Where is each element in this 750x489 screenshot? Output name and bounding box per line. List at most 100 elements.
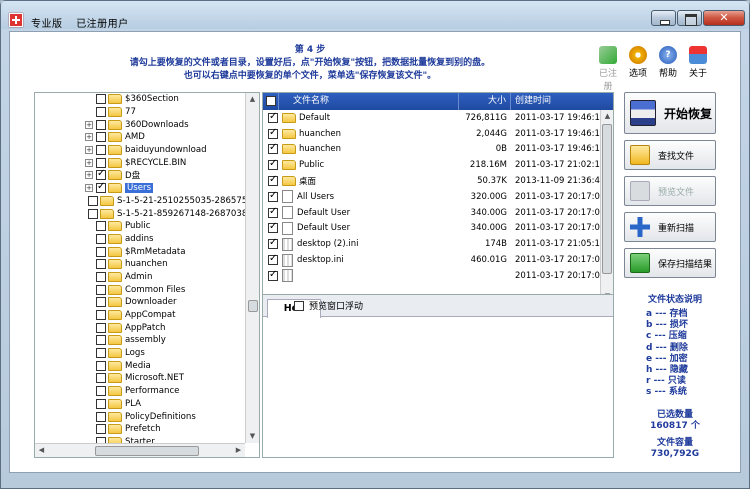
tree-item[interactable]: AppPatch (35, 321, 245, 334)
close-button[interactable]: ✕ (703, 10, 745, 26)
file-row[interactable]: All Users 320.00G 2011-03-17 20:17:00 (263, 189, 613, 205)
tree-item-checkbox[interactable] (96, 94, 106, 105)
expand-icon[interactable]: + (85, 158, 93, 167)
tree-item-checkbox[interactable] (96, 335, 106, 346)
rescan-button[interactable]: 重新扫描 (624, 212, 716, 242)
header-time[interactable]: 创建时间 (511, 93, 601, 110)
file-row[interactable]: Default User 340.00G 2011-03-17 20:17:00 (263, 205, 613, 221)
tree-item[interactable]: Media (35, 359, 245, 372)
file-list[interactable]: 文件名称 大小 创建时间 Default 726,811G 2011-03-17 1… (262, 92, 614, 304)
file-checkbox[interactable] (268, 158, 278, 171)
tree-item-checkbox[interactable] (96, 373, 106, 384)
tree-item[interactable]: Performance (35, 385, 245, 398)
tree-item[interactable]: Microsoft.NET (35, 372, 245, 385)
tree-item-checkbox[interactable] (96, 246, 106, 257)
expand-icon[interactable]: + (85, 133, 93, 142)
tree-item[interactable]: 77 (35, 106, 245, 119)
file-row[interactable]: Default 726,811G 2011-03-17 19:46:17 (263, 110, 613, 126)
tree-item[interactable]: S-1-5-21-859267148-26870380 (35, 207, 245, 220)
tree-item[interactable]: Starter (35, 436, 245, 443)
tree-item[interactable]: + D盘 (35, 168, 245, 182)
tree-item-checkbox[interactable] (96, 107, 106, 118)
tree-item-checkbox[interactable] (96, 119, 106, 130)
tree-item-checkbox[interactable] (96, 297, 106, 308)
scroll-thumb[interactable] (248, 300, 258, 312)
file-row[interactable]: huanchen 0B 2011-03-17 19:46:18 (263, 142, 613, 158)
tree-item[interactable]: + baiduyundownload (35, 144, 245, 157)
tree-item[interactable]: PLA (35, 398, 245, 411)
tree-item[interactable]: huanchen (35, 258, 245, 271)
float-preview-checkbox[interactable] (294, 300, 304, 311)
scroll-thumb-h[interactable] (95, 446, 199, 456)
file-checkbox[interactable] (268, 237, 278, 250)
expand-icon[interactable]: + (85, 171, 93, 180)
file-row[interactable]: 2011-03-17 20:17:00 (263, 268, 613, 284)
tree-item-checkbox[interactable] (88, 195, 98, 206)
tree-item[interactable]: Downloader (35, 296, 245, 309)
tree-item-checkbox[interactable] (96, 310, 106, 321)
tree-item[interactable]: + AMD (35, 131, 245, 144)
file-row[interactable]: Default User 340.00G 2011-03-17 20:17:00 (263, 221, 613, 237)
tree-item-checkbox[interactable] (96, 411, 106, 422)
tree-item-checkbox[interactable] (88, 208, 98, 219)
file-checkbox[interactable] (268, 269, 278, 281)
tree-item[interactable]: Common Files (35, 283, 245, 296)
preview-file-button[interactable]: 预览文件 (624, 176, 716, 206)
help-button[interactable]: ? 帮助 (656, 46, 680, 92)
tree-item-checkbox[interactable] (96, 157, 106, 168)
scroll-down-icon[interactable]: ▼ (246, 430, 259, 443)
find-file-button[interactable]: 查找文件 (624, 140, 716, 170)
tree-item-checkbox[interactable] (96, 145, 106, 156)
file-row[interactable]: desktop (2).ini 174B 2011-03-17 21:05:15 (263, 236, 613, 252)
file-checkbox[interactable] (268, 221, 278, 234)
tree-item-checkbox[interactable] (96, 271, 106, 282)
tree-item[interactable]: S-1-5-21-2510255035-2865753 (35, 195, 245, 208)
tree-item[interactable]: assembly (35, 334, 245, 347)
options-button[interactable]: 选项 (626, 46, 650, 92)
tree-item[interactable]: AppCompat (35, 309, 245, 322)
minimize-button[interactable] (651, 10, 676, 26)
file-row[interactable]: Public 218.16M 2011-03-17 21:02:15 (263, 157, 613, 173)
scroll-left-icon[interactable]: ◀ (35, 444, 48, 457)
folder-tree[interactable]: $360Section 77 +360Downloads + AMD + baiduyund… (34, 92, 260, 458)
start-recovery-button[interactable]: 开始恢复 (624, 92, 716, 134)
tree-item[interactable]: Logs (35, 347, 245, 360)
tree-item[interactable]: $RmMetadata (35, 245, 245, 258)
tree-item-checkbox[interactable] (96, 398, 106, 409)
tree-item-checkbox[interactable] (96, 233, 106, 244)
header-name[interactable]: 文件名称 (279, 93, 459, 110)
select-all-checkbox[interactable] (266, 96, 276, 106)
tree-item[interactable]: addins (35, 233, 245, 246)
tree-item-checkbox[interactable] (96, 322, 106, 333)
file-checkbox[interactable] (268, 142, 278, 155)
expand-icon[interactable]: + (85, 146, 93, 155)
tree-item-checkbox[interactable] (96, 360, 106, 371)
expand-icon[interactable]: + (85, 184, 93, 193)
tree-item[interactable]: + $RECYCLE.BIN (35, 156, 245, 169)
tree-item-checkbox[interactable] (96, 221, 106, 232)
tree-item[interactable]: Admin (35, 271, 245, 284)
file-checkbox[interactable] (268, 111, 278, 123)
tree-item-checkbox[interactable] (96, 284, 106, 295)
file-checkbox[interactable] (268, 190, 278, 202)
tree-vertical-scrollbar[interactable]: ▲ ▼ (245, 93, 259, 443)
tree-item[interactable]: +360Downloads (35, 118, 245, 131)
tree-item[interactable]: + Users (35, 181, 245, 195)
tree-item-checkbox[interactable] (96, 348, 106, 359)
file-list-scrollbar[interactable]: ▲ ▼ (600, 110, 613, 303)
tree-item[interactable]: Public (35, 220, 245, 233)
file-checkbox[interactable] (268, 174, 278, 187)
scroll-right-icon[interactable]: ▶ (232, 444, 245, 457)
file-row[interactable]: huanchen 2,044G 2011-03-17 19:46:18 (263, 126, 613, 142)
tree-item[interactable]: PolicyDefinitions (35, 410, 245, 423)
tree-item-checkbox[interactable] (96, 424, 106, 435)
file-checkbox[interactable] (268, 127, 278, 139)
tree-item-checkbox[interactable] (96, 168, 106, 181)
tree-item-checkbox[interactable] (96, 132, 106, 143)
about-button[interactable]: 关于 (686, 46, 710, 92)
tree-item-checkbox[interactable] (96, 259, 106, 270)
registered-button[interactable]: 已注册 (596, 46, 620, 92)
scroll-up-icon[interactable]: ▲ (246, 93, 259, 106)
float-preview-option[interactable]: 预览窗口浮动 (294, 299, 363, 312)
header-size[interactable]: 大小 (459, 93, 511, 110)
